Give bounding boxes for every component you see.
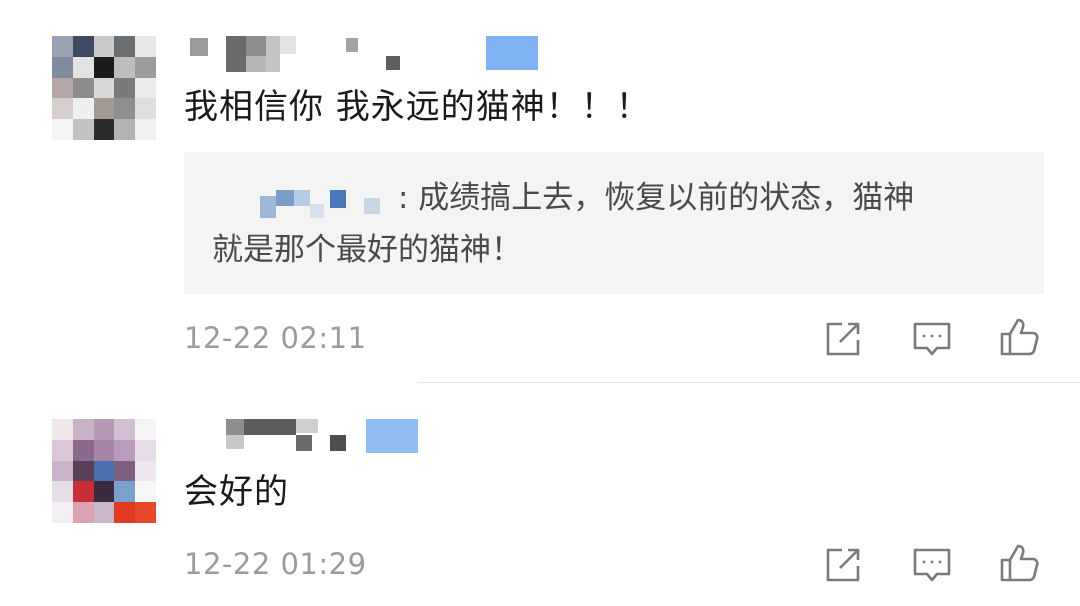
reply-quote-text-line2: 就是那个最好的猫神！ [212,232,522,268]
share-icon[interactable] [822,318,864,360]
timestamp: 12-22 02:11 [184,321,367,355]
like-icon[interactable] [998,542,1040,584]
timestamp: 12-22 01:29 [184,547,367,581]
comment-text: 会好的 [184,472,289,512]
share-icon[interactable] [822,544,864,586]
comment-icon[interactable] [911,544,953,586]
like-icon[interactable] [998,316,1040,358]
comment-item: 会好的 12-22 01:29 [0,383,1080,606]
reply-quote[interactable]: : 成绩搞上去，恢复以前的状态，猫神 就是那个最好的猫神！ [184,152,1044,294]
username[interactable] [226,419,426,455]
quoted-username[interactable] [260,190,390,220]
comment-icon[interactable] [911,318,953,360]
reply-quote-text-line1: : 成绩搞上去，恢复以前的状态，猫神 [398,180,915,216]
comment-item: 我相信你 我永远的猫神！！！ : 成绩搞上去，恢复以前的状态，猫神 就是那个最好… [0,0,1080,382]
username[interactable] [190,36,550,76]
level-badge [486,36,538,70]
comment-text: 我相信你 我永远的猫神！！！ [184,87,651,127]
avatar[interactable] [52,419,156,523]
level-badge [366,419,418,453]
avatar[interactable] [52,36,156,140]
